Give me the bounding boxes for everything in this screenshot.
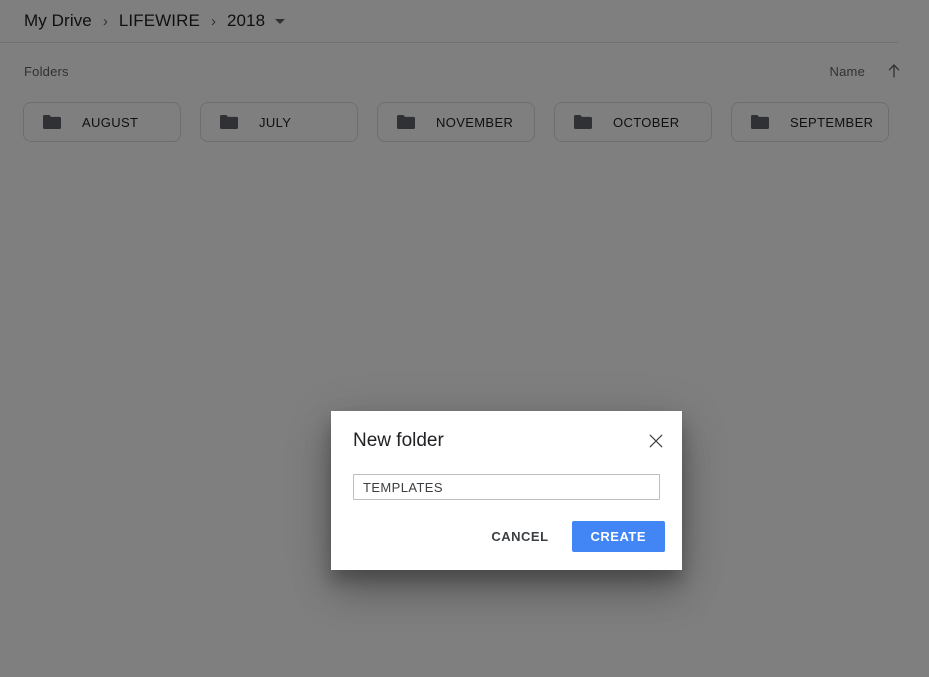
dialog-actions: CANCEL CREATE [479,521,665,552]
new-folder-dialog: New folder CANCEL CREATE [331,411,682,570]
dialog-title: New folder [353,430,444,451]
modal-scrim[interactable] [0,0,929,677]
folder-name-input[interactable] [353,474,660,500]
create-button[interactable]: CREATE [571,521,665,552]
close-icon[interactable] [645,430,667,452]
cancel-button[interactable]: CANCEL [479,521,560,552]
